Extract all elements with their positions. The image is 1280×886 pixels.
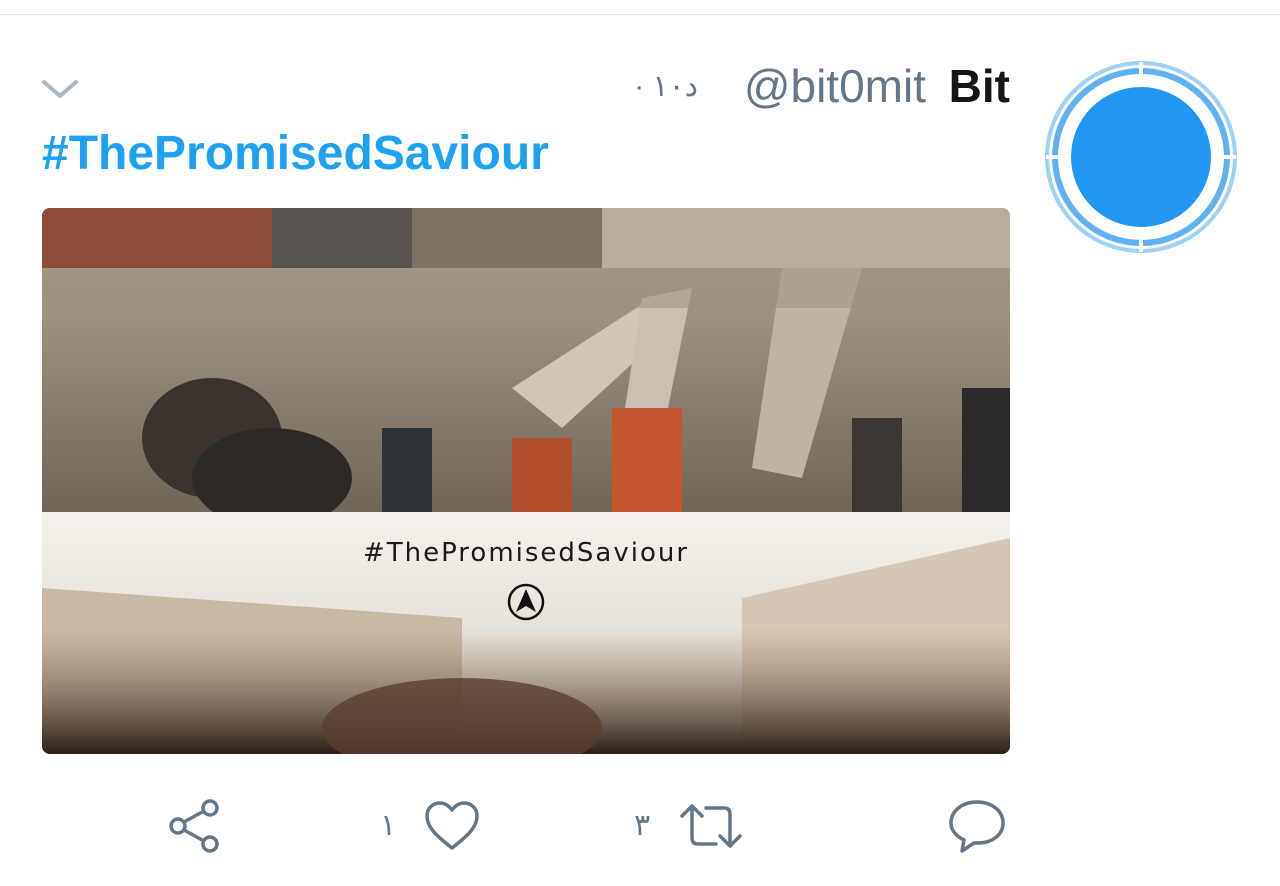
share-icon xyxy=(169,799,219,853)
like-button[interactable]: ۱ xyxy=(380,794,480,858)
top-divider xyxy=(0,14,1280,15)
compass-logo-icon xyxy=(506,582,546,622)
retweet-button[interactable]: ۳ xyxy=(634,794,744,858)
heart-icon xyxy=(425,801,479,850)
chevron-down-icon xyxy=(42,80,78,98)
timestamp-value: ۱۰ · xyxy=(634,70,685,103)
tweet-hashtag[interactable]: #ThePromisedSaviour xyxy=(42,124,549,184)
media-image xyxy=(42,208,1010,754)
tweet-menu-button[interactable] xyxy=(40,74,80,104)
tweet-media[interactable]: #ThePromisedSaviour xyxy=(42,208,1010,754)
like-count: ۱ xyxy=(380,809,397,842)
tweet-header: Bit @bit0mit د۱۰ · xyxy=(600,58,1010,114)
user-handle[interactable]: @bit0mit xyxy=(744,58,926,114)
display-name[interactable]: Bit xyxy=(949,58,1010,114)
share-button[interactable] xyxy=(166,794,224,858)
timestamp-unit: د xyxy=(684,70,698,103)
retweet-icon xyxy=(680,804,742,848)
reply-button[interactable] xyxy=(948,794,1006,858)
avatar-image xyxy=(1045,61,1237,253)
media-caption: #ThePromisedSaviour xyxy=(362,538,690,568)
retweet-count: ۳ xyxy=(634,809,651,842)
tweet-timestamp[interactable]: د۱۰ · xyxy=(634,62,698,112)
reply-icon xyxy=(949,800,1005,853)
avatar[interactable] xyxy=(1044,60,1238,254)
